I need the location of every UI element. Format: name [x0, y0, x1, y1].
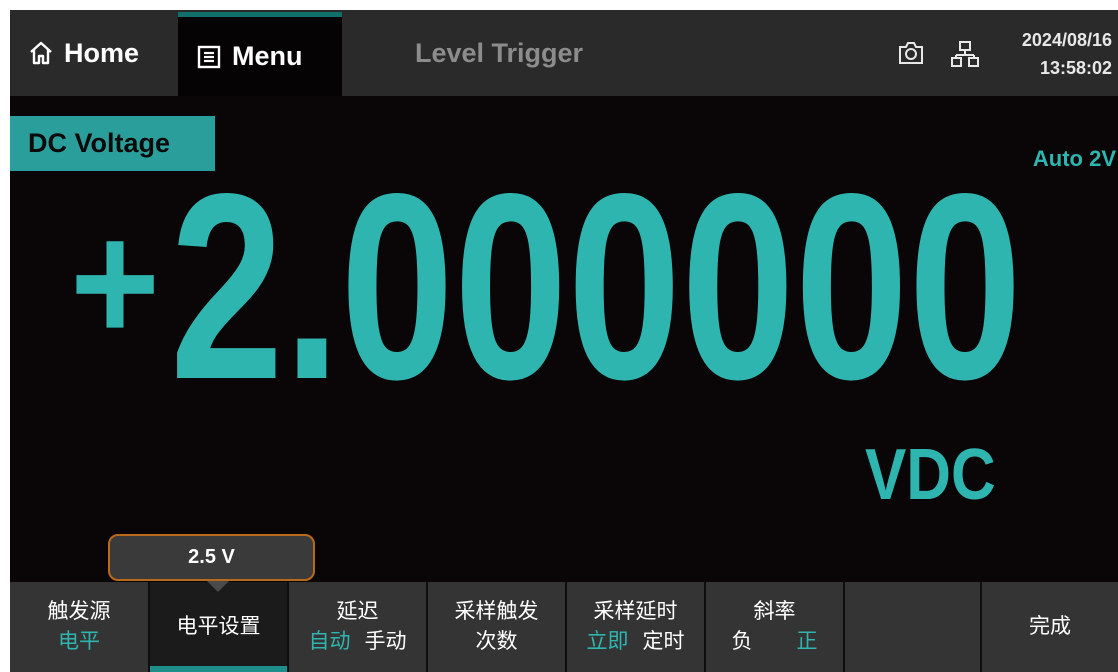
reading-display: + 2.000000 — [70, 158, 1022, 398]
sample-delay-option-immediate: 立即 — [586, 630, 629, 653]
sample-delay-option-timed: 定时 — [642, 630, 685, 653]
menu-tab[interactable]: Menu — [178, 12, 342, 96]
level-value-popup[interactable]: 2.5 V — [108, 534, 315, 581]
delay-option-auto: 自动 — [308, 630, 351, 653]
softkey-delay[interactable]: 延迟 自动 手动 — [289, 582, 428, 672]
menu-label: Menu — [232, 41, 303, 71]
softkey-empty[interactable] — [845, 582, 982, 672]
camera-icon[interactable] — [897, 40, 925, 66]
softkey-level-setting-label: 电平设置 — [176, 615, 261, 638]
softkey-bar: 触发源 电平 电平设置 延迟 自动 手动 采样触发 次数 采样延时 立即 定时 斜率… — [10, 582, 1118, 672]
popup-arrow — [207, 581, 229, 592]
delay-option-manual: 手动 — [364, 630, 407, 653]
home-icon — [30, 41, 52, 65]
unit-label: VDC — [865, 435, 996, 515]
network-icon — [951, 41, 979, 67]
menu-list-icon — [197, 45, 221, 68]
datetime: 2024/08/16 13:58:02 — [992, 26, 1118, 82]
reading-value: 2.000000 — [170, 158, 1022, 398]
softkey-trigger-source-label: 触发源 — [47, 600, 111, 623]
instrument-screen: Home Menu Level Trigger 2024/08/16 13:58… — [10, 10, 1118, 672]
softkey-slope-label: 斜率 — [753, 600, 796, 623]
softkey-done-label: 完成 — [1029, 615, 1071, 638]
date-text: 2024/08/16 — [1021, 30, 1112, 50]
time-text: 13:58:02 — [1039, 58, 1112, 78]
softkey-trigger-source[interactable]: 触发源 电平 — [10, 582, 150, 672]
softkey-sample-delay-label: 采样延时 — [593, 600, 678, 623]
mode-title: Level Trigger — [415, 37, 584, 68]
slope-option-negative: 负 — [731, 630, 753, 653]
home-label: Home — [64, 37, 140, 68]
softkey-slope[interactable]: 斜率 负 正 — [706, 582, 845, 672]
softkey-level-setting[interactable]: 电平设置 — [150, 582, 289, 672]
softkey-done[interactable]: 完成 — [982, 582, 1118, 672]
softkey-trigger-source-value: 电平 — [58, 630, 100, 653]
softkey-delay-label: 延迟 — [336, 600, 379, 623]
softkey-sample-count-line2: 次数 — [475, 630, 518, 653]
slope-option-positive: 正 — [796, 630, 818, 653]
softkey-sample-delay[interactable]: 采样延时 立即 定时 — [567, 582, 706, 672]
top-bar: Home Menu Level Trigger 2024/08/16 13:58… — [10, 10, 1118, 96]
softkey-sample-count-line1: 采样触发 — [454, 600, 539, 623]
softkey-sample-count[interactable]: 采样触发 次数 — [428, 582, 567, 672]
reading-sign: + — [70, 188, 160, 378]
home-tab[interactable]: Home — [10, 10, 175, 96]
